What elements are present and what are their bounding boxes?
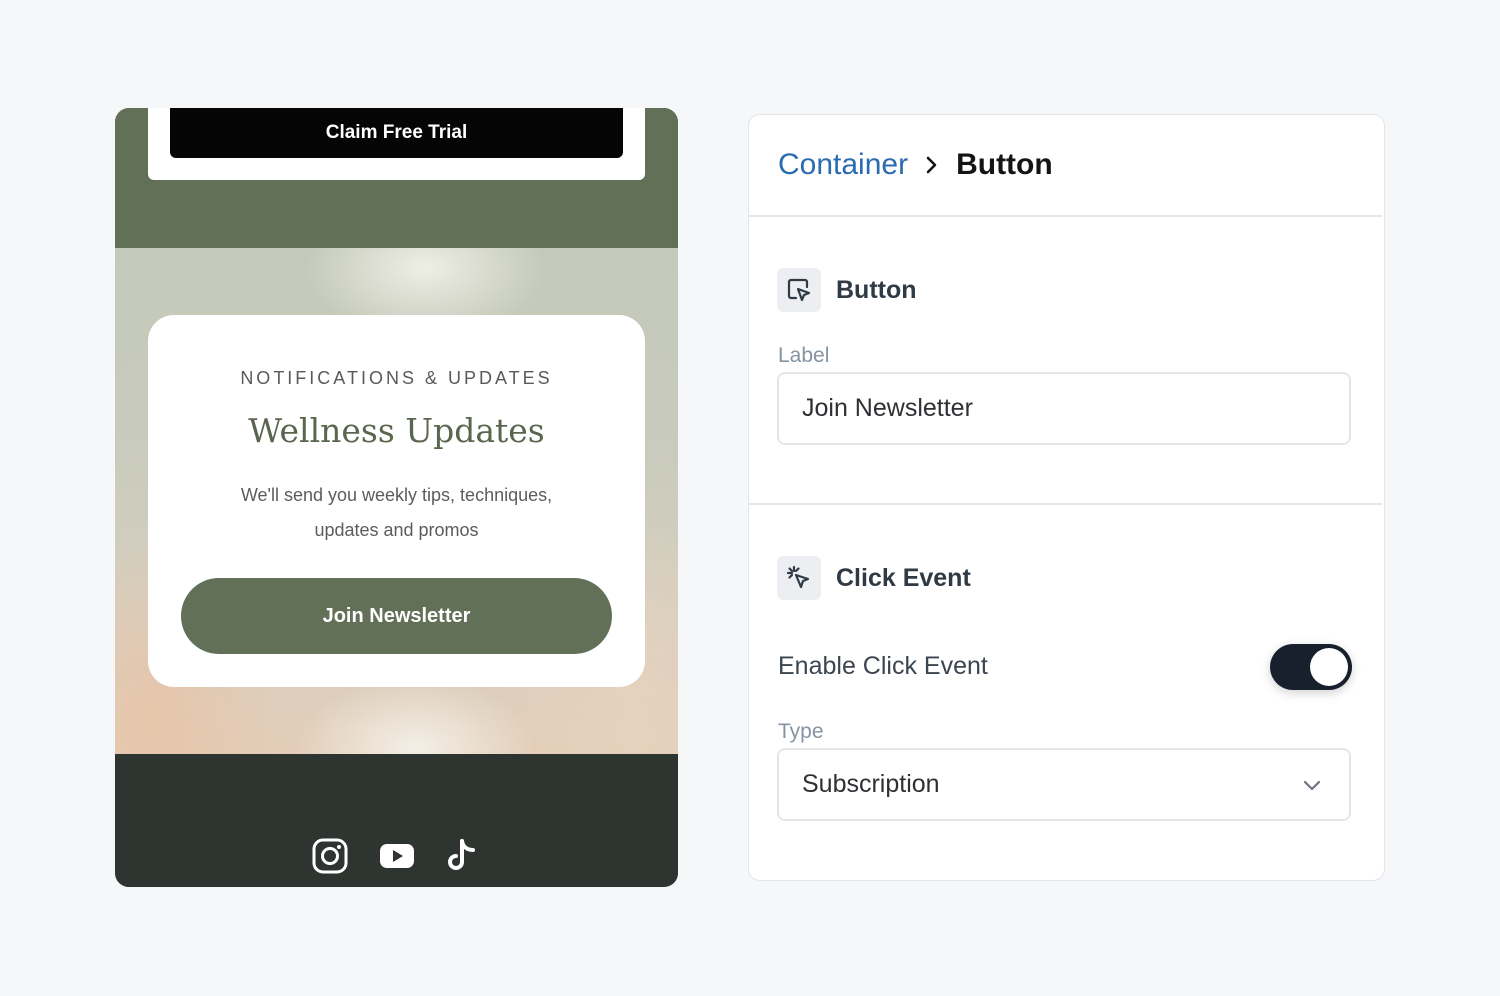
breadcrumb-current: Button	[956, 148, 1053, 181]
click-event-section-header: Click Event	[777, 556, 971, 600]
newsletter-description: We'll send you weekly tips, techniques, …	[240, 485, 553, 540]
divider	[749, 215, 1382, 217]
button-section-title: Button	[836, 275, 917, 304]
claim-free-trial-button[interactable]: Claim Free Trial	[170, 108, 623, 158]
type-field-label: Type	[778, 720, 824, 743]
label-field-label: Label	[778, 344, 830, 367]
youtube-icon[interactable]	[377, 836, 417, 876]
join-newsletter-button[interactable]: Join Newsletter	[181, 578, 612, 654]
click-event-icon	[777, 556, 821, 600]
settings-panel: Container Button Button Label Join Newsl…	[748, 114, 1385, 881]
newsletter-eyebrow: NOTIFICATIONS & UPDATES	[240, 368, 553, 388]
chevron-down-icon	[1301, 774, 1323, 796]
label-input[interactable]: Join Newsletter	[777, 372, 1351, 445]
toggle-knob	[1310, 648, 1348, 686]
enable-click-event-label: Enable Click Event	[778, 652, 988, 680]
click-event-section-title: Click Event	[836, 563, 971, 592]
tiktok-icon[interactable]	[444, 836, 484, 876]
instagram-icon[interactable]	[310, 836, 350, 876]
breadcrumb-container-link[interactable]: Container	[778, 148, 908, 182]
email-preview: Claim Free Trial NOTIFICATIONS & UPDATES…	[115, 108, 678, 887]
button-cursor-icon	[777, 268, 821, 312]
breadcrumb: Container Button	[778, 147, 1053, 183]
chevron-right-icon	[922, 155, 942, 175]
footer	[115, 754, 678, 887]
newsletter-card: NOTIFICATIONS & UPDATES Wellness Updates…	[148, 315, 645, 687]
type-select-value: Subscription	[802, 770, 940, 798]
newsletter-title: Wellness Updates	[248, 411, 545, 450]
type-select[interactable]: Subscription	[777, 748, 1351, 821]
enable-click-event-toggle[interactable]	[1270, 644, 1352, 690]
trial-card: Claim Free Trial	[148, 108, 645, 180]
divider	[749, 503, 1382, 505]
button-section-header: Button	[777, 268, 917, 312]
hero-band: Claim Free Trial	[115, 108, 678, 248]
